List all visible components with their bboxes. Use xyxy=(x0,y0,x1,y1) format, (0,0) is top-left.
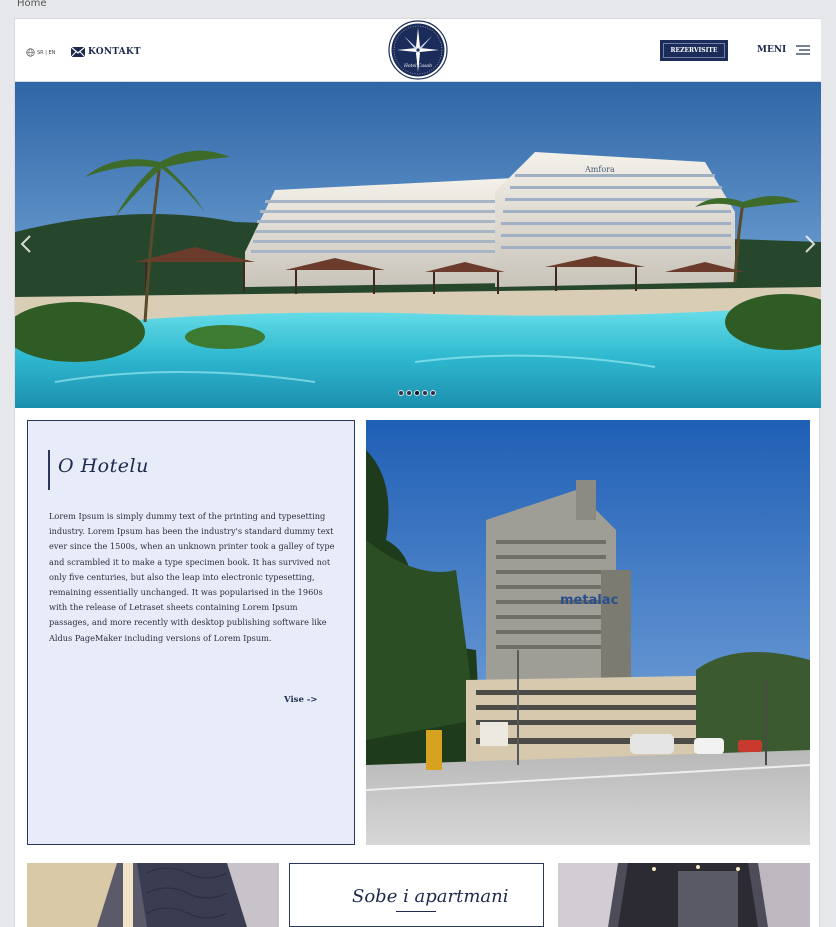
about-title: O Hotelu xyxy=(58,455,149,477)
logo-text: Hotel Casab xyxy=(403,63,432,69)
slider-dot[interactable] xyxy=(430,390,436,396)
menu-button[interactable]: MENI xyxy=(757,44,811,56)
about-text: Lorem Ipsum is simply dummy text of the … xyxy=(49,511,335,643)
contact-label: KONTAKT xyxy=(88,47,141,57)
page-frame: SR | EN KONTAKT Hotel Casab REZERVISITE … xyxy=(14,18,821,927)
envelope-icon xyxy=(71,47,85,57)
language-label: SR | EN xyxy=(37,49,56,56)
hotel-building-photo: metalac xyxy=(366,420,810,845)
rooms-title: Sobe i apartmani xyxy=(352,886,509,907)
breadcrumb[interactable]: Home xyxy=(17,0,47,9)
site-header: SR | EN KONTAKT Hotel Casab REZERVISITE … xyxy=(15,18,821,82)
room-photo-left xyxy=(27,863,279,927)
hotel-pool-photo: Amfora xyxy=(15,82,821,408)
contact-link[interactable]: KONTAKT xyxy=(71,47,141,57)
language-switcher[interactable]: SR | EN xyxy=(26,48,55,57)
slider-dots xyxy=(398,390,436,396)
chevron-right-icon[interactable] xyxy=(803,234,817,254)
globe-icon xyxy=(26,48,35,57)
slider-dot[interactable] xyxy=(398,390,404,396)
slider-dot[interactable] xyxy=(406,390,412,396)
hamburger-icon xyxy=(796,45,811,55)
about-panel: O Hotelu Lorem Ipsum is simply dummy tex… xyxy=(27,420,355,845)
slider-dot[interactable] xyxy=(414,390,420,396)
chevron-left-icon[interactable] xyxy=(19,234,33,254)
slider-dot[interactable] xyxy=(422,390,428,396)
hero-slider: Amfora xyxy=(15,82,821,408)
rooms-title-underline xyxy=(396,911,436,912)
more-link[interactable]: Vise -> xyxy=(284,695,317,705)
hotel-sign-text: Amfora xyxy=(584,165,615,174)
room-photo-right xyxy=(558,863,810,927)
title-accent-bar xyxy=(48,450,50,490)
rooms-panel[interactable]: Sobe i apartmani xyxy=(289,863,544,927)
menu-label: MENI xyxy=(757,45,787,55)
hotel-logo[interactable]: Hotel Casab xyxy=(388,20,448,80)
building-sign-text: metalac xyxy=(560,593,618,608)
reserve-button[interactable]: REZERVISITE xyxy=(660,40,728,61)
